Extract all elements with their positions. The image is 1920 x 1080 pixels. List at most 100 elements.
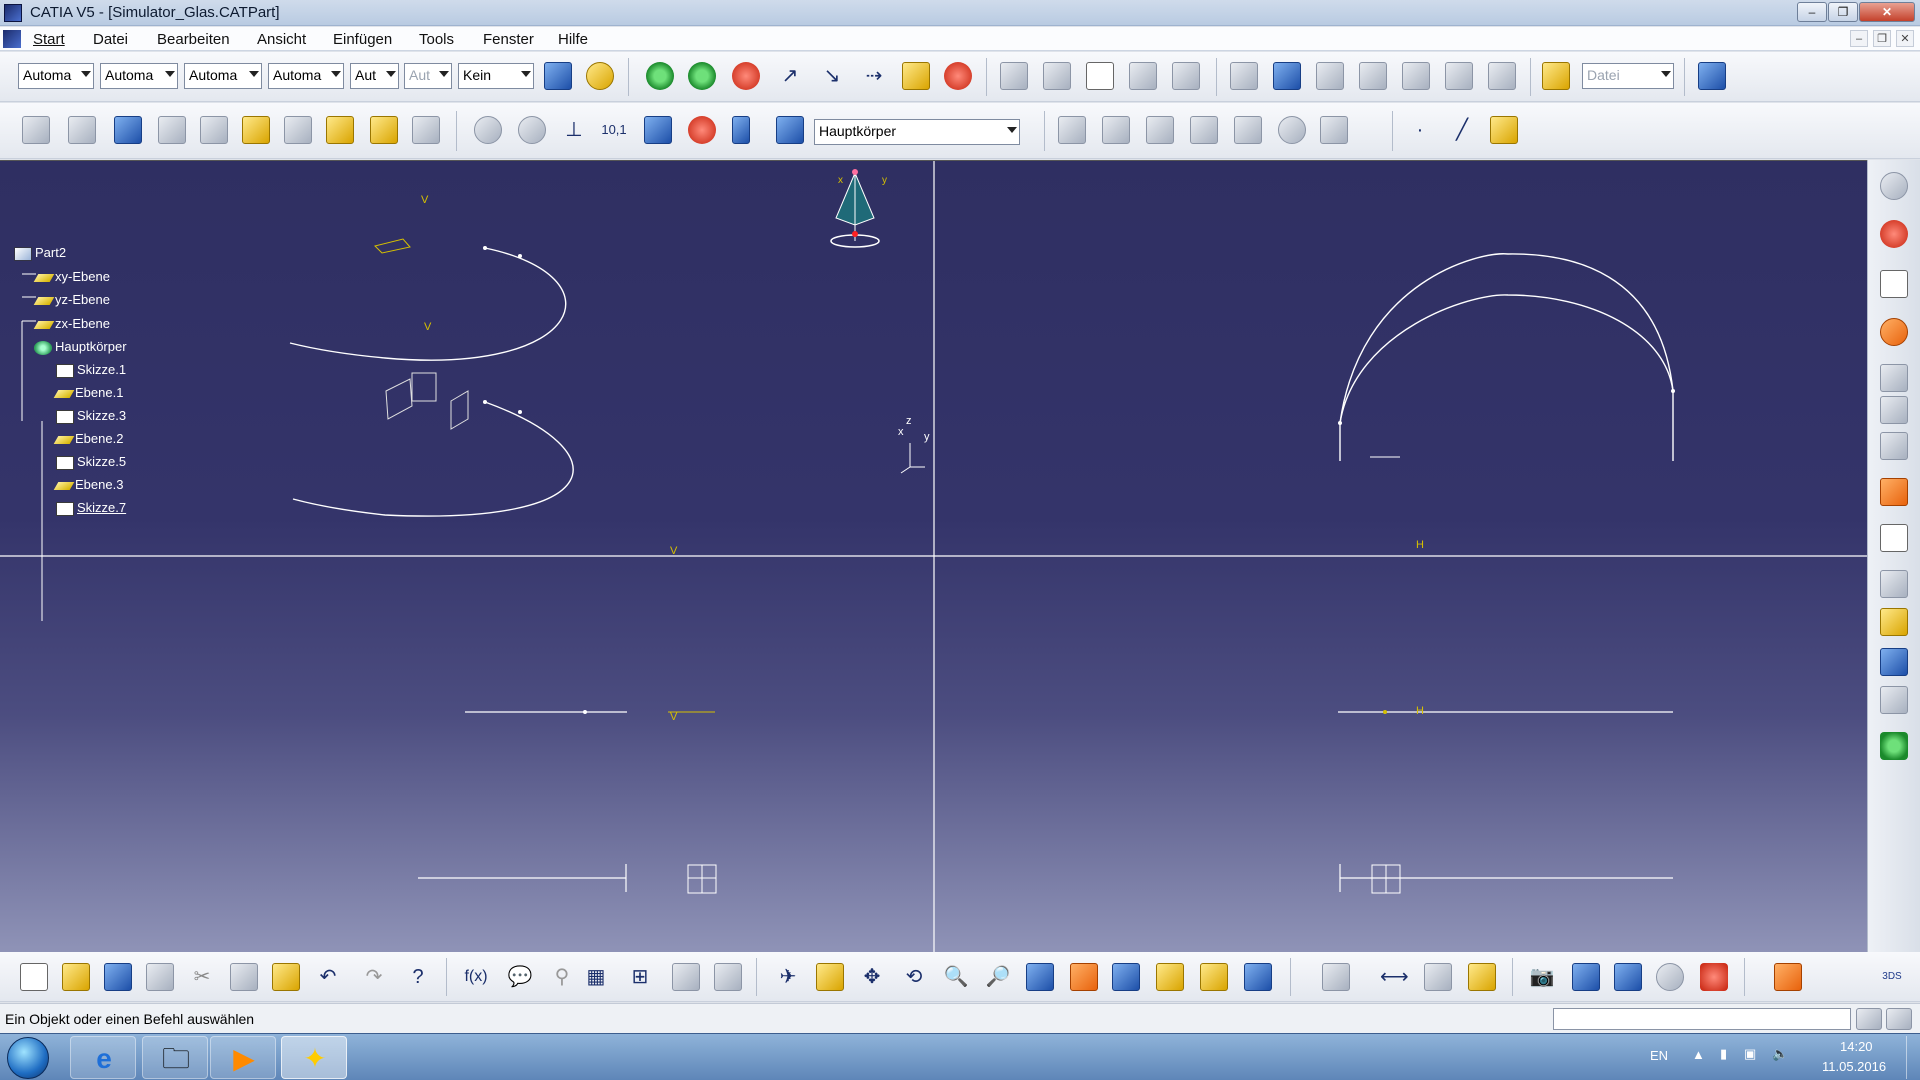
workbench-icon[interactable]	[1698, 62, 1726, 90]
tray-volume-icon[interactable]: 🔈	[1772, 1046, 1788, 1062]
clock-date[interactable]: 11.05.2016	[1822, 1059, 1886, 1074]
color-combo[interactable]: Automa	[18, 63, 94, 89]
formula-icon[interactable]	[1273, 62, 1301, 90]
gear-icon[interactable]	[1880, 172, 1908, 200]
document-stack-icon[interactable]	[1880, 686, 1908, 714]
isolate-icon[interactable]	[944, 62, 972, 90]
zoom-out-icon[interactable]: 🔎	[984, 963, 1012, 991]
publish-icon[interactable]	[1129, 62, 1157, 90]
apply-material-icon[interactable]	[644, 116, 672, 144]
tree-item-plane-3[interactable]: Ebene.3	[53, 477, 123, 492]
pcs-icon[interactable]	[1880, 270, 1908, 298]
ruler-icon[interactable]: ⟷	[1380, 963, 1409, 991]
move-icon[interactable]	[646, 62, 674, 90]
tree-item-sketch-7[interactable]: Skizze.7	[56, 500, 126, 516]
catalog-icon[interactable]	[1000, 62, 1028, 90]
doc-close-button[interactable]: ✕	[1896, 30, 1914, 47]
rib-icon[interactable]	[242, 116, 270, 144]
menu-bearbeiten[interactable]: Bearbeiten	[157, 31, 230, 48]
language-indicator[interactable]: EN	[1650, 1048, 1668, 1063]
clock-time[interactable]: 14:20	[1840, 1039, 1873, 1054]
plane-icon[interactable]	[902, 62, 930, 90]
taskbar-ie[interactable]: e	[70, 1036, 136, 1079]
mass-icon[interactable]	[1468, 963, 1496, 991]
measure-icon[interactable]: 10,1	[600, 116, 628, 144]
point-tool-icon[interactable]: ·	[1406, 116, 1434, 144]
fly-icon[interactable]: ✈	[774, 963, 802, 991]
tree-item-main-body[interactable]: Hauptkörper	[34, 339, 127, 355]
sweep-icon[interactable]	[1880, 364, 1908, 392]
menu-hilfe[interactable]: Hilfe	[558, 31, 588, 48]
groove-icon[interactable]	[158, 116, 186, 144]
table-icon[interactable]	[1316, 62, 1344, 90]
tree-expand-icon[interactable]: ⊞	[626, 963, 654, 991]
file-combo[interactable]: Datei	[1582, 63, 1674, 89]
update-icon[interactable]	[474, 116, 502, 144]
hide-show-icon[interactable]	[1200, 963, 1228, 991]
restore-button[interactable]: ❐	[1828, 2, 1858, 22]
snap-icon[interactable]	[688, 62, 716, 90]
analysis-icon[interactable]	[1880, 732, 1908, 760]
grid-icon[interactable]: ▦	[582, 963, 610, 991]
list-icon[interactable]	[732, 116, 750, 144]
tree-item-sketch-3[interactable]: Skizze.3	[56, 408, 126, 424]
fit-all-icon[interactable]	[816, 963, 844, 991]
tree-item-plane-1[interactable]: Ebene.1	[53, 385, 123, 400]
tray-arrow-icon[interactable]: ▲	[1692, 1047, 1705, 1062]
tree-root-part[interactable]: Part2	[14, 245, 66, 261]
pad-icon[interactable]	[22, 116, 50, 144]
line-tool-icon[interactable]: ╱	[1448, 116, 1476, 144]
exit-workbench-icon[interactable]	[1880, 220, 1908, 248]
measure-between-icon[interactable]	[1322, 963, 1350, 991]
draft-icon[interactable]	[1190, 116, 1218, 144]
comment-icon[interactable]: 💬	[506, 963, 534, 991]
check-icon[interactable]	[1402, 62, 1430, 90]
surface-icon[interactable]	[1880, 570, 1908, 598]
constraint-icon[interactable]	[688, 116, 716, 144]
helix-icon[interactable]	[1880, 432, 1908, 460]
slot-icon[interactable]	[284, 116, 312, 144]
linetype-combo[interactable]: Automa	[268, 63, 344, 89]
menu-datei[interactable]: Datei	[93, 31, 128, 48]
query-icon[interactable]	[1172, 62, 1200, 90]
status-button-2-icon[interactable]	[1886, 1008, 1912, 1030]
loft-icon[interactable]	[370, 116, 398, 144]
shaft-icon[interactable]	[114, 116, 142, 144]
taskbar-explorer[interactable]: 🗀	[142, 1036, 208, 1079]
cut-icon[interactable]: ✂	[188, 963, 216, 991]
tray-device-icon[interactable]: ▮	[1720, 1046, 1727, 1062]
tree-item-sketch-1[interactable]: Skizze.1	[56, 362, 126, 378]
rotate-icon[interactable]	[732, 62, 760, 90]
environment-icon[interactable]	[1614, 963, 1642, 991]
boolean-icon[interactable]	[1058, 116, 1086, 144]
document-icon[interactable]	[3, 30, 21, 48]
sketcher-icon[interactable]	[1880, 524, 1908, 552]
doc-minimize-button[interactable]: –	[1850, 30, 1868, 47]
tree-item-zx-plane[interactable]: zx-Ebene	[33, 316, 110, 331]
pan-icon[interactable]: ✥	[858, 963, 886, 991]
layer-combo[interactable]: Kein	[458, 63, 534, 89]
open-file-icon[interactable]	[62, 963, 90, 991]
layers-icon[interactable]	[1700, 963, 1728, 991]
catia-app-icon[interactable]	[4, 4, 22, 22]
copy-clipboard-icon[interactable]	[230, 963, 258, 991]
hierarchy-icon[interactable]	[714, 963, 742, 991]
multi-view-icon[interactable]	[1070, 963, 1098, 991]
rendering-combo[interactable]: Aut	[404, 63, 452, 89]
fillet-icon[interactable]	[1102, 116, 1130, 144]
tree-item-plane-2[interactable]: Ebene.2	[53, 431, 123, 446]
minimize-button[interactable]: –	[1797, 2, 1827, 22]
undo-icon[interactable]: ↶	[314, 963, 342, 991]
tray-network-icon[interactable]: ▣	[1744, 1046, 1756, 1062]
paste-icon[interactable]	[272, 963, 300, 991]
removed-loft-icon[interactable]	[412, 116, 440, 144]
knowledge-icon[interactable]	[1230, 62, 1258, 90]
taskbar-catia[interactable]: ✦	[281, 1036, 347, 1079]
menu-ansicht[interactable]: Ansicht	[257, 31, 306, 48]
thread-icon[interactable]	[1278, 116, 1306, 144]
painter-icon[interactable]	[544, 62, 572, 90]
new-file-icon[interactable]	[20, 963, 48, 991]
camera-icon[interactable]: 📷	[1528, 963, 1556, 991]
command-input[interactable]	[1553, 1008, 1851, 1030]
multi-section-icon[interactable]	[326, 116, 354, 144]
